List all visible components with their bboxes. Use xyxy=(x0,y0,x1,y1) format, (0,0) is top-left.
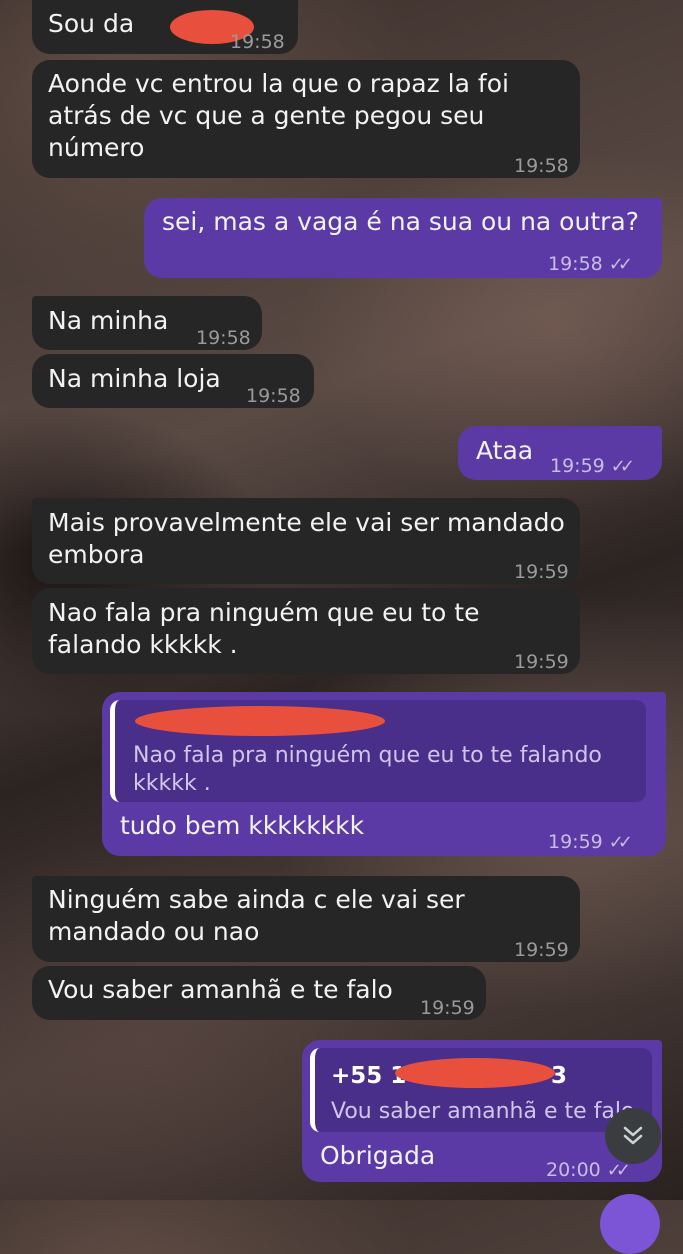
message-text: Obrigada xyxy=(320,1141,436,1170)
incoming-message[interactable]: Na minha 19:58 xyxy=(32,296,262,350)
message-text: atrás de vc que a gente pegou seu xyxy=(48,101,485,130)
message-time: 19:59 ✓✓ xyxy=(548,826,633,859)
message-text: embora xyxy=(48,540,145,569)
message-text: Na minha xyxy=(48,306,169,335)
quoted-sender-suffix: 3 xyxy=(551,1063,568,1089)
message-text: Na minha loja xyxy=(48,364,221,393)
attachment-button[interactable] xyxy=(600,1194,660,1254)
message-time: 19:59 xyxy=(514,561,569,583)
message-time: 19:59 xyxy=(514,939,569,961)
incoming-message[interactable]: Na minha loja 19:58 xyxy=(32,354,314,408)
message-text: Mais provavelmente ele vai ser mandado xyxy=(48,508,565,537)
message-text: sei, mas a vaga é na sua ou na outra? xyxy=(162,207,639,236)
incoming-message[interactable]: Sou da 19:58 xyxy=(32,0,298,54)
quoted-message[interactable]: +55 1 3 Vou saber amanhã e te falo xyxy=(310,1048,652,1132)
redaction-mark xyxy=(135,706,385,736)
double-check-icon: ✓✓ xyxy=(608,832,633,853)
message-time: 19:58 xyxy=(196,327,251,349)
message-text: Sou da xyxy=(48,9,135,38)
message-text: Vou saber amanhã e te falo xyxy=(48,975,393,1004)
outgoing-reply-message[interactable]: +55 1 3 Vou saber amanhã e te falo Obrig… xyxy=(302,1040,662,1182)
message-time: 19:58 xyxy=(230,31,285,53)
message-time: 19:58 xyxy=(514,155,569,177)
message-text: mandado ou nao xyxy=(48,917,260,946)
scroll-to-bottom-button[interactable] xyxy=(605,1108,661,1164)
quoted-sender-prefix: +55 1 xyxy=(331,1063,407,1089)
redaction-mark xyxy=(395,1058,555,1088)
quoted-text: Vou saber amanhã e te falo xyxy=(331,1099,635,1124)
message-time: 19:58 xyxy=(246,385,301,407)
message-text: falando kkkkk . xyxy=(48,630,238,659)
incoming-message[interactable]: Aonde vc entrou la que o rapaz la foi at… xyxy=(32,60,580,178)
incoming-message[interactable]: Vou saber amanhã e te falo 19:59 xyxy=(32,966,486,1020)
incoming-message[interactable]: Mais provavelmente ele vai ser mandado e… xyxy=(32,498,580,584)
message-text: número xyxy=(48,133,145,162)
message-text: Ataa xyxy=(476,436,534,465)
outgoing-message[interactable]: Ataa 19:59 ✓✓ xyxy=(458,426,662,480)
quoted-message[interactable]: Nao fala pra ninguém que eu to te faland… xyxy=(110,700,646,802)
message-text: tudo bem kkkkkkkk xyxy=(120,811,365,840)
outgoing-message[interactable]: sei, mas a vaga é na sua ou na outra? 19… xyxy=(144,198,662,278)
double-check-icon: ✓✓ xyxy=(608,254,633,275)
chevron-double-down-icon xyxy=(623,1126,643,1145)
incoming-message[interactable]: Ninguém sabe ainda c ele vai ser mandado… xyxy=(32,876,580,962)
outgoing-reply-message[interactable]: Nao fala pra ninguém que eu to te faland… xyxy=(102,692,666,856)
message-text: Nao fala pra ninguém que eu to te xyxy=(48,598,480,627)
double-check-icon: ✓✓ xyxy=(610,456,635,477)
incoming-message[interactable]: Nao fala pra ninguém que eu to te faland… xyxy=(32,588,580,674)
message-time: 19:58 ✓✓ xyxy=(548,248,633,281)
message-time: 20:00 ✓✓ xyxy=(546,1154,631,1187)
message-time: 19:59 xyxy=(514,651,569,673)
message-text: Ninguém sabe ainda c ele vai ser xyxy=(48,885,465,914)
quoted-text: kkkkk . xyxy=(133,771,211,796)
message-time: 19:59 ✓✓ xyxy=(550,450,635,483)
message-time: 19:59 xyxy=(420,997,475,1019)
message-text: Aonde vc entrou la que o rapaz la foi xyxy=(48,69,509,98)
